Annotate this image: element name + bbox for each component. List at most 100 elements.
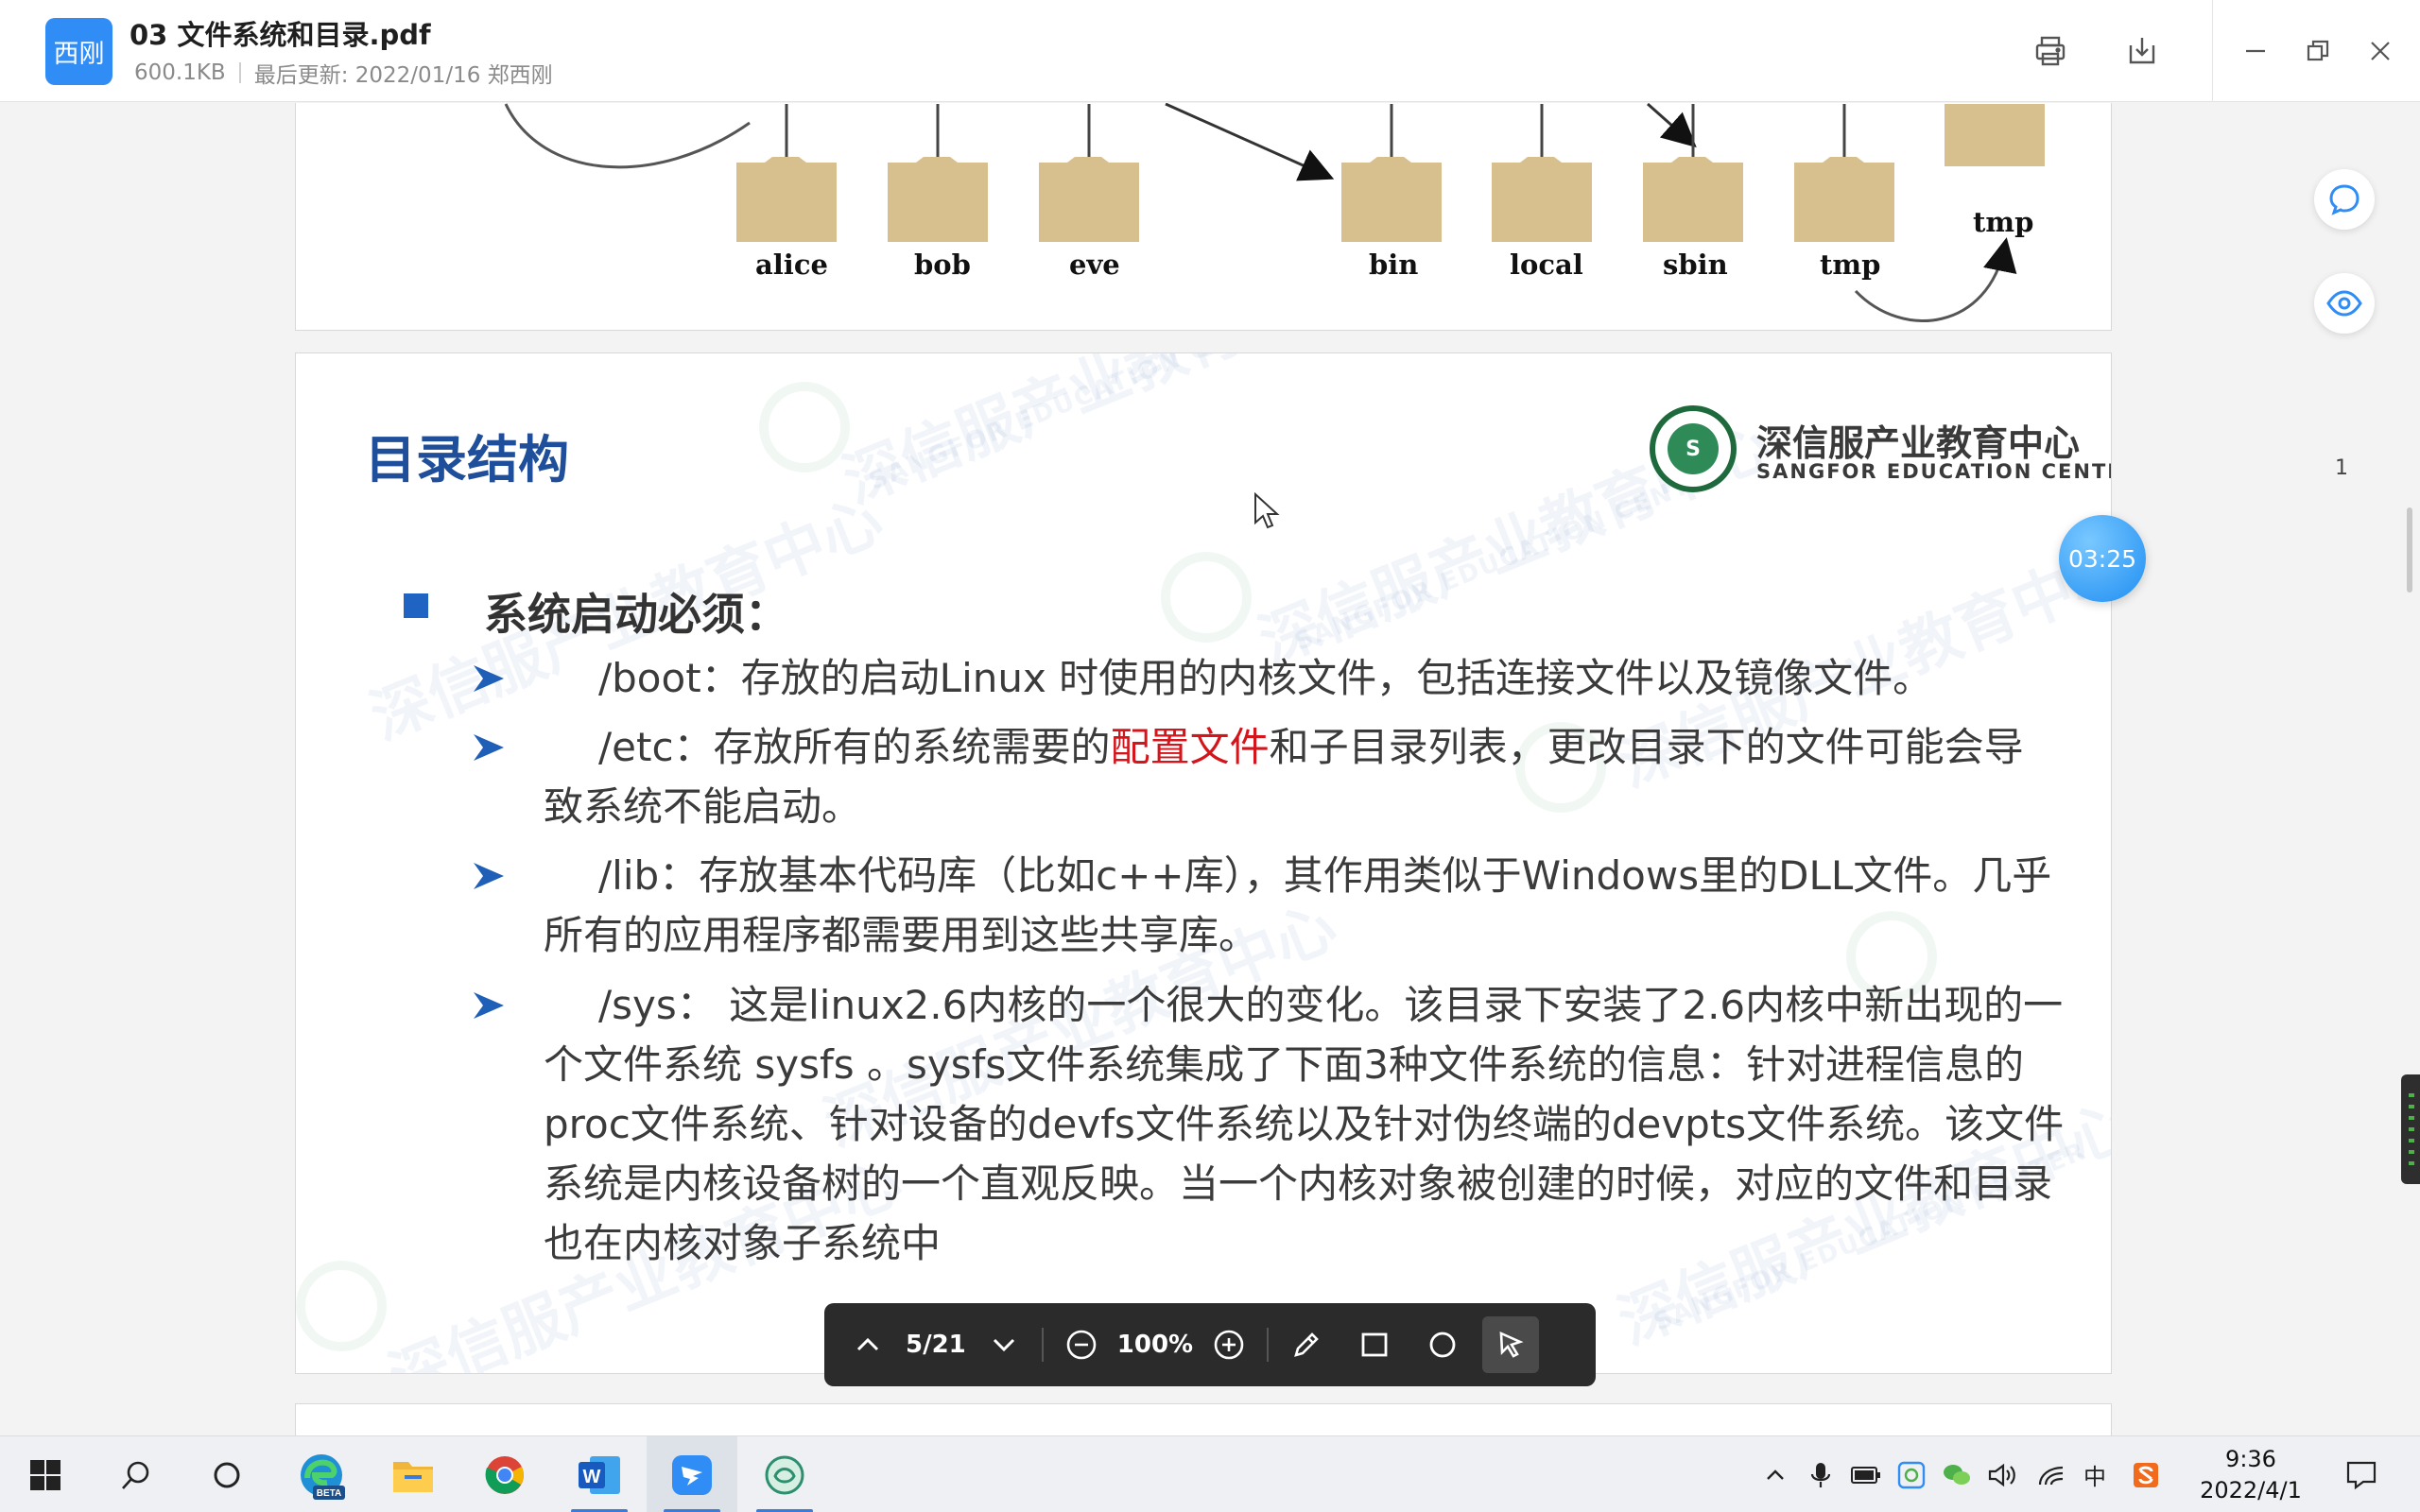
edge-beta-label: BETA xyxy=(317,1488,341,1499)
notification-center-button[interactable] xyxy=(2335,1436,2388,1512)
taskbar-clock[interactable]: 9:36 2022/4/1 xyxy=(2189,1444,2312,1506)
timer-badge[interactable]: 03:25 xyxy=(2059,515,2146,602)
app-icon xyxy=(765,1455,804,1494)
taskbar-file-explorer[interactable] xyxy=(368,1436,458,1512)
bullet-item-lib: /lib：存放基本代码库（比如c++库），其作用类似于Windows里的DLL文… xyxy=(544,846,2056,965)
folder-label: tmp xyxy=(1820,249,1881,281)
window-controls-divider xyxy=(2212,0,2213,102)
taskbar-app[interactable] xyxy=(739,1436,830,1512)
directory-tree-diagram xyxy=(504,103,2045,322)
search-icon xyxy=(122,1461,149,1489)
pdf-page-previous: alice bob eve bin local sbin tmp tmp xyxy=(295,103,2112,331)
viewers-button[interactable] xyxy=(2314,273,2375,334)
sogou-tray[interactable] xyxy=(2127,1436,2165,1512)
zoom-in-button[interactable] xyxy=(1201,1316,1257,1373)
watermark-seal xyxy=(296,1261,387,1351)
document-viewer[interactable]: alice bob eve bin local sbin tmp tmp 深信服… xyxy=(0,103,2420,1435)
bullet-item-etc: /etc：存放所有的系统需要的配置文件和子目录列表，更改目录下的文件可能会导致系… xyxy=(544,717,2056,836)
taskbar-chrome[interactable] xyxy=(459,1436,550,1512)
scrollbar-thumb[interactable] xyxy=(2407,507,2412,593)
watermark-seal xyxy=(759,382,850,472)
handle-marker xyxy=(2409,1150,2414,1154)
print-icon[interactable] xyxy=(2028,28,2073,74)
zoom-out-icon xyxy=(1066,1330,1097,1360)
tray-app-1[interactable] xyxy=(1893,1436,1930,1512)
taskbar-word[interactable]: W xyxy=(554,1436,645,1512)
restore-icon[interactable] xyxy=(2295,28,2341,74)
wechat-icon xyxy=(1944,1464,1970,1485)
viewers-count: 1 xyxy=(2335,456,2348,480)
circle-tool-button[interactable] xyxy=(1414,1316,1471,1373)
microphone-icon xyxy=(1810,1462,1831,1487)
watermark: 深信服产业教育中心 xyxy=(834,352,1366,518)
clock-date: 2022/4/1 xyxy=(2200,1477,2302,1503)
start-button[interactable] xyxy=(0,1436,91,1512)
wifi-icon xyxy=(2038,1466,2064,1485)
show-hidden-icons[interactable] xyxy=(1756,1436,1794,1512)
watermark: SANGFOR EDUCATION CENTER xyxy=(865,352,1306,496)
folder-label: eve xyxy=(1069,249,1120,281)
arrow-bullet-icon xyxy=(474,863,504,889)
eye-icon xyxy=(2326,290,2362,317)
ime-indicator[interactable]: 中 xyxy=(2076,1436,2114,1512)
arrow-bullet-icon xyxy=(474,992,504,1019)
windows-taskbar: BETA W 中 9:36 2022/4/1 xyxy=(0,1435,2420,1512)
network-tray[interactable] xyxy=(2032,1436,2070,1512)
battery-tray[interactable] xyxy=(1847,1436,1885,1512)
task-view-button[interactable] xyxy=(182,1436,272,1512)
folder-label: bob xyxy=(914,249,971,281)
minimize-icon[interactable] xyxy=(2233,28,2278,74)
close-icon[interactable] xyxy=(2358,28,2403,74)
circle-icon xyxy=(1429,1332,1456,1358)
comment-button[interactable] xyxy=(2314,169,2375,230)
handle-marker xyxy=(2409,1105,2414,1108)
taskbar-dingtalk[interactable] xyxy=(647,1436,737,1512)
page-indicator[interactable]: 5/21 xyxy=(906,1331,966,1359)
bullet-item-boot: /boot：存放的启动Linux 时使用的内核文件，包括连接文件以及镜像文件。 xyxy=(544,648,2094,708)
dingtalk-icon xyxy=(672,1454,712,1495)
pointer-tool-button[interactable] xyxy=(1482,1316,1540,1373)
side-panel-handle[interactable] xyxy=(2401,1074,2420,1184)
app-avatar[interactable]: 西刚 xyxy=(45,18,112,85)
sangfor-logo-mark: S xyxy=(1668,423,1719,474)
zoom-in-icon xyxy=(1214,1330,1244,1360)
microphone-tray[interactable] xyxy=(1802,1436,1840,1512)
zoom-out-button[interactable] xyxy=(1053,1316,1110,1373)
folder-label: bin xyxy=(1369,249,1419,281)
slide-title: 目录结构 xyxy=(365,430,569,490)
wechat-tray[interactable] xyxy=(1938,1436,1976,1512)
cloud-sync-icon xyxy=(1897,1461,1926,1488)
chevron-up-icon xyxy=(1767,1469,1784,1480)
windows-logo-icon xyxy=(30,1459,60,1490)
rectangle-icon xyxy=(1361,1332,1388,1357)
section-heading: 系统启动必须： xyxy=(484,589,788,640)
clock-time: 9:36 xyxy=(2225,1446,2276,1472)
word-icon: W xyxy=(579,1455,620,1494)
bullet-item-sys: /sys： 这是linux2.6内核的一个很大的变化。该目录下安装了2.6内核中… xyxy=(544,975,2075,1273)
taskbar-edge-beta[interactable]: BETA xyxy=(276,1436,367,1512)
rectangle-tool-button[interactable] xyxy=(1346,1316,1403,1373)
handle-marker xyxy=(2409,1116,2414,1120)
bullet-text: /etc：存放所有的系统需要的 xyxy=(598,724,1111,770)
download-icon[interactable] xyxy=(2119,28,2165,74)
chevron-down-icon xyxy=(993,1338,1014,1352)
search-button[interactable] xyxy=(91,1436,182,1512)
meta-divider xyxy=(238,62,241,83)
title-bar: 西刚 03 文件系统和目录.pdf 600.1KB 最后更新: 2022/01/… xyxy=(0,0,2420,102)
pen-tool-button[interactable] xyxy=(1278,1316,1335,1373)
file-name: 03 文件系统和目录.pdf xyxy=(130,19,431,51)
volume-tray[interactable] xyxy=(1983,1436,2021,1512)
floating-toolbar: 5/21 100% xyxy=(824,1303,1596,1386)
folder-label: alice xyxy=(755,249,828,281)
cortana-icon xyxy=(214,1462,240,1487)
last-update: 最后更新: 2022/01/16 郑西刚 xyxy=(253,63,553,88)
watermark-seal xyxy=(1161,552,1252,643)
arrow-bullet-icon xyxy=(474,734,504,761)
next-page-button[interactable] xyxy=(976,1316,1032,1373)
sogou-icon xyxy=(2134,1462,2158,1487)
volume-icon xyxy=(1988,1463,2015,1486)
folder-label: tmp xyxy=(1973,206,2034,238)
pointer-icon xyxy=(1499,1331,1524,1358)
zoom-level[interactable]: 100% xyxy=(1117,1331,1193,1359)
previous-page-button[interactable] xyxy=(839,1316,896,1373)
